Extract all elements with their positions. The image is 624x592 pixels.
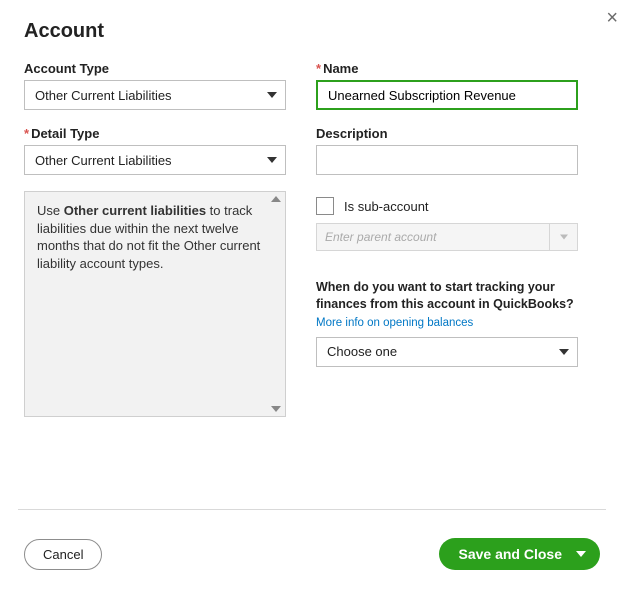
cancel-button[interactable]: Cancel (24, 539, 102, 570)
tracking-question: When do you want to start tracking your … (316, 279, 578, 313)
account-modal: × Account Account Type Other Current Lia… (0, 0, 624, 592)
detail-type-label: *Detail Type (24, 126, 286, 141)
opening-balances-link[interactable]: More info on opening balances (316, 317, 578, 329)
chevron-down-icon (267, 92, 277, 98)
chevron-down-icon (267, 157, 277, 163)
account-type-label: Account Type (24, 61, 286, 76)
account-type-select[interactable]: Other Current Liabilities (24, 80, 286, 110)
save-button-label: Save and Close (459, 546, 563, 562)
footer-divider (18, 509, 606, 510)
tracking-start-select[interactable]: Choose one (316, 337, 578, 367)
info-text-prefix: Use (37, 203, 64, 218)
description-label: Description (316, 126, 578, 141)
parent-account-input: Enter parent account (316, 223, 550, 251)
chevron-down-icon[interactable] (576, 551, 586, 557)
scroll-down-icon[interactable] (271, 406, 281, 412)
close-icon[interactable]: × (606, 8, 618, 28)
modal-title: Account (24, 20, 600, 43)
scroll-up-icon[interactable] (271, 196, 281, 202)
account-type-value: Other Current Liabilities (35, 88, 172, 103)
sub-account-label: Is sub-account (344, 199, 429, 214)
parent-account-field: Enter parent account (316, 223, 578, 251)
detail-type-select[interactable]: Other Current Liabilities (24, 145, 286, 175)
parent-account-dropdown-button (550, 223, 578, 251)
description-input[interactable] (316, 145, 578, 175)
sub-account-checkbox[interactable] (316, 197, 334, 215)
name-input[interactable] (316, 80, 578, 110)
detail-type-info: Use Other current liabilities to track l… (24, 191, 286, 417)
save-and-close-button[interactable]: Save and Close (439, 538, 601, 570)
chevron-down-icon (559, 349, 569, 355)
tracking-start-value: Choose one (327, 344, 397, 359)
info-text-bold: Other current liabilities (64, 203, 206, 218)
name-label: *Name (316, 61, 578, 76)
detail-type-value: Other Current Liabilities (35, 153, 172, 168)
